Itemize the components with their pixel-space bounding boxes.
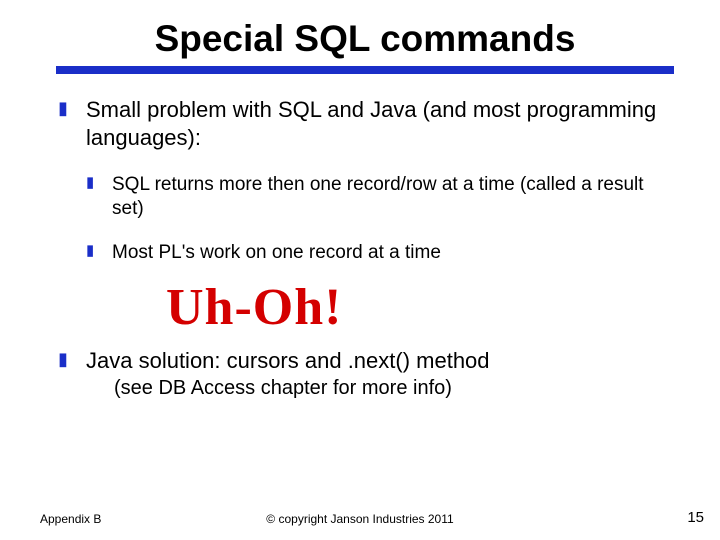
- bullet-solution-note: (see DB Access chapter for more info): [114, 377, 674, 400]
- bullet-problem: Small problem with SQL and Java (and mos…: [56, 96, 674, 151]
- exclamation-uhoh: Uh-Oh!: [166, 278, 674, 337]
- subbullet-resultset: SQL returns more then one record/row at …: [56, 173, 674, 221]
- title-underline: [56, 66, 674, 74]
- subbullet-pl-onerecord: Most PL's work on one record at a time: [56, 241, 674, 265]
- footer-copyright: © copyright Janson Industries 2011: [0, 512, 720, 526]
- slide: Special SQL commands Small problem with …: [0, 0, 720, 540]
- footer-page-number: 15: [687, 509, 704, 526]
- slide-title: Special SQL commands: [56, 18, 674, 60]
- bullet-solution: Java solution: cursors and .next() metho…: [56, 347, 674, 375]
